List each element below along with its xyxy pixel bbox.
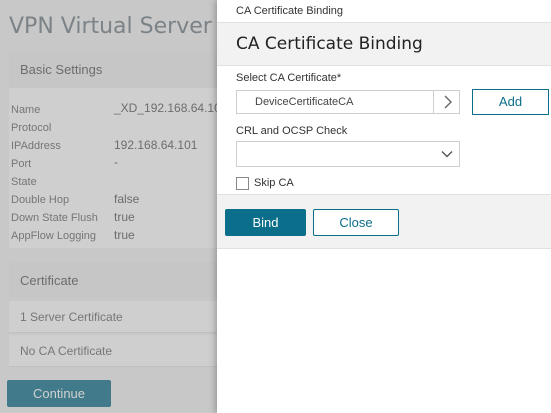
dialog-header: CA Certificate Binding: [217, 22, 551, 66]
ca-select-label: Select CA Certificate*: [236, 72, 342, 84]
dialog-footer: Bind Close: [217, 194, 551, 249]
chevron-right-icon[interactable]: [439, 93, 457, 111]
ca-certificate-binding-dialog: CA Certificate Binding CA Certificate Bi…: [217, 0, 551, 413]
ca-certificate-value: DeviceCertificateCA: [255, 96, 354, 108]
crl-ocsp-dropdown[interactable]: [236, 141, 460, 167]
skip-ca-label: Skip CA: [254, 177, 294, 189]
skip-ca-checkbox[interactable]: [236, 177, 249, 190]
add-button[interactable]: Add: [472, 89, 549, 115]
ca-certificate-select[interactable]: DeviceCertificateCA: [236, 90, 460, 114]
bind-button[interactable]: Bind: [225, 209, 306, 236]
select-divider: [433, 91, 434, 113]
dialog-breadcrumb: CA Certificate Binding: [236, 5, 343, 17]
close-button[interactable]: Close: [313, 209, 399, 236]
crl-check-label: CRL and OCSP Check: [236, 125, 348, 137]
chevron-down-icon: [439, 146, 455, 162]
dialog-title: CA Certificate Binding: [236, 34, 423, 54]
